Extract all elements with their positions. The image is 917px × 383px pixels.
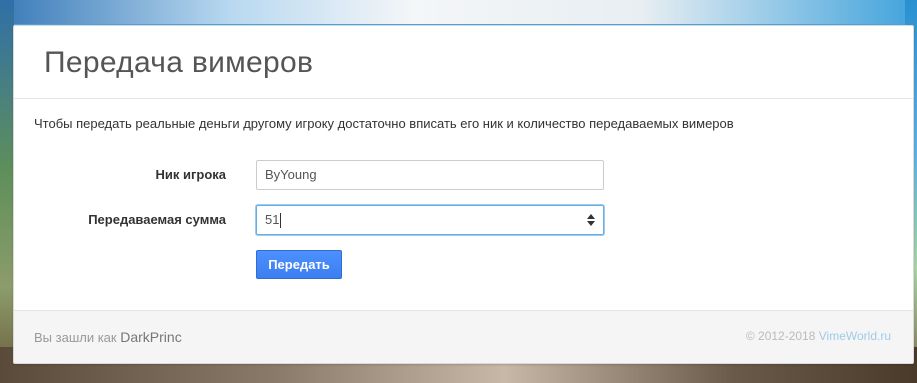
login-status: Вы зашли как DarkPrinc — [34, 329, 182, 345]
nick-label: Ник игрока — [155, 167, 226, 182]
nick-input-value: ByYoung — [265, 167, 317, 182]
copyright-years: © 2012-2018 — [745, 329, 816, 343]
text-cursor — [280, 213, 282, 229]
amount-input[interactable]: 51 — [256, 205, 604, 235]
panel-footer: Вы зашли как DarkPrinc © 2012-2018 VimeW… — [14, 310, 913, 363]
panel-heading: Передача вимеров — [14, 26, 913, 99]
site-link[interactable]: VimeWorld.ru — [819, 329, 891, 343]
up-down-arrows-icon[interactable] — [587, 214, 595, 226]
background-left — [0, 0, 14, 383]
page-title: Передача вимеров — [44, 46, 314, 79]
nick-row: Ник игрока ByYoung — [14, 160, 913, 190]
transfer-submit-button[interactable]: Передать — [256, 250, 342, 279]
amount-row: Передаваемая сумма 51 — [14, 205, 913, 235]
login-status-prefix: Вы зашли как — [34, 330, 117, 345]
copyright: © 2012-2018 VimeWorld.ru — [746, 329, 891, 343]
amount-input-value: 51 — [265, 212, 280, 227]
nick-input[interactable]: ByYoung — [256, 160, 604, 190]
transfer-description: Чтобы передать реальные деньги другому и… — [34, 116, 734, 131]
transfer-panel: Передача вимеров Чтобы передать реальные… — [13, 25, 914, 364]
amount-label: Передаваемая сумма — [88, 212, 226, 227]
background-top — [0, 0, 917, 24]
username: DarkPrinc — [120, 329, 182, 345]
